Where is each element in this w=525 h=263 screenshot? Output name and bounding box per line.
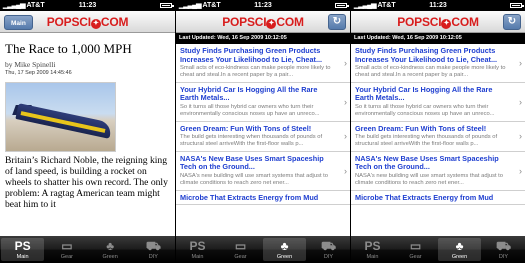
tab-green[interactable]: ♣ Green: [89, 236, 132, 263]
popsci-logo: POPSCI ✦ COM: [46, 15, 129, 29]
green-list-screen: ▁▂▃▄▅ AT&T 11:23 POPSCI ✦ COM ↻ Last Update…: [350, 0, 525, 263]
green-list-screen: ▁▂▃▄▅ AT&T 11:23 POPSCI ✦ COM ↻ Last Update…: [175, 0, 350, 263]
article-screen: ▁▂▃▄▅ AT&T 11:23 Main POPSCI ✦ COM The Race…: [0, 0, 175, 263]
tab-gear[interactable]: ▭ Gear: [219, 236, 262, 263]
status-bar: ▁▂▃▄▅ AT&T 11:23: [351, 0, 525, 11]
chevron-right-icon: ›: [519, 57, 522, 68]
ps-icon: PS: [364, 239, 381, 253]
article-photo: [5, 82, 116, 152]
refresh-icon: ↻: [332, 16, 342, 27]
popsci-logo: POPSCI ✦ COM: [397, 15, 479, 29]
tool-icon: ⛟: [320, 239, 337, 253]
nav-bar: POPSCI ✦ COM ↻: [351, 11, 525, 33]
article-title: The Race to 1,000 MPH: [5, 41, 132, 56]
battery-icon: [510, 3, 524, 8]
tab-green[interactable]: ♣ Green: [263, 238, 306, 261]
refresh-button[interactable]: ↻: [503, 14, 521, 30]
list-item[interactable]: Study Finds Purchasing Green Products In…: [176, 44, 350, 83]
list-item[interactable]: Your Hybrid Car Is Hogging All the Rare …: [176, 83, 350, 122]
chevron-right-icon: ›: [344, 57, 347, 68]
chevron-right-icon: ›: [344, 165, 347, 176]
status-bar: ▁▂▃▄▅ AT&T 11:23: [0, 0, 175, 11]
clock: 11:23: [78, 2, 97, 9]
nav-bar: Main POPSCI ✦ COM: [0, 11, 175, 33]
plant-icon: ♣: [106, 239, 115, 253]
tab-main[interactable]: PS Main: [1, 238, 45, 261]
list-item[interactable]: Microbe That Extracts Energy from Mud: [351, 191, 525, 206]
list-item[interactable]: Microbe That Extracts Energy from Mud: [176, 191, 350, 206]
article-body: Britain’s Richard Noble, the reigning ki…: [5, 155, 168, 210]
tab-diy[interactable]: ⛟ DIY: [307, 236, 350, 263]
chevron-right-icon: ›: [344, 96, 347, 107]
nav-bar: POPSCI ✦ COM ↻: [176, 11, 350, 33]
list-item[interactable]: NASA's New Base Uses Smart Spaceship Tec…: [176, 152, 350, 191]
gear-icon: ▭: [61, 239, 73, 253]
ps-icon: PS: [14, 239, 31, 253]
article-date: Thu, 17 Sep 2009 14:45:46: [5, 70, 72, 76]
tab-diy[interactable]: ⛟ DIY: [482, 236, 525, 263]
tool-icon: ⛟: [145, 239, 161, 253]
tab-diy[interactable]: ⛟ DIY: [132, 236, 175, 263]
popsci-logo: POPSCI ✦ COM: [222, 15, 304, 29]
clock: 11:23: [429, 2, 447, 9]
tab-bar: PS Main ▭ Gear ♣ Green ⛟ DIY: [176, 236, 350, 263]
list-item[interactable]: Green Dream: Fun With Tons of Steel! The …: [351, 122, 525, 152]
last-updated-bar: Last Updated: Wed, 16 Sep 2009 10:12:05: [351, 33, 525, 44]
tool-icon: ⛟: [495, 239, 512, 253]
ps-icon: PS: [189, 239, 206, 253]
chevron-right-icon: ›: [519, 96, 522, 107]
battery-icon: [335, 3, 349, 8]
tab-gear[interactable]: ▭ Gear: [45, 236, 88, 263]
plant-icon: ♣: [455, 239, 464, 253]
article-content: The Race to 1,000 MPH by Mike Spinelli T…: [0, 41, 175, 210]
refresh-icon: ↻: [507, 16, 517, 27]
clock: 11:23: [254, 2, 272, 9]
last-updated-bar: Last Updated: Wed, 16 Sep 2009 10:12:05: [176, 33, 350, 44]
article-list: Study Finds Purchasing Green Products In…: [351, 44, 525, 206]
tab-main[interactable]: PS Main: [351, 236, 394, 263]
status-bar: ▁▂▃▄▅ AT&T 11:23: [176, 0, 350, 11]
battery-icon: [160, 3, 174, 8]
article-byline: by Mike Spinelli: [5, 60, 56, 69]
gear-icon: ▭: [234, 239, 247, 253]
list-item[interactable]: Study Finds Purchasing Green Products In…: [351, 44, 525, 83]
tab-green[interactable]: ♣ Green: [438, 238, 481, 261]
tab-main[interactable]: PS Main: [176, 236, 219, 263]
tab-bar: PS Main ▭ Gear ♣ Green ⛟ DIY: [0, 236, 175, 263]
article-list: Study Finds Purchasing Green Products In…: [176, 44, 350, 206]
gear-icon: ▭: [409, 239, 422, 253]
tab-gear[interactable]: ▭ Gear: [394, 236, 437, 263]
list-item[interactable]: Green Dream: Fun With Tons of Steel! The …: [176, 122, 350, 152]
chevron-right-icon: ›: [519, 165, 522, 176]
chevron-right-icon: ›: [344, 131, 347, 142]
refresh-button[interactable]: ↻: [328, 14, 346, 30]
list-item[interactable]: NASA's New Base Uses Smart Spaceship Tec…: [351, 152, 525, 191]
plant-icon: ♣: [280, 239, 289, 253]
chevron-right-icon: ›: [519, 131, 522, 142]
list-item[interactable]: Your Hybrid Car Is Hogging All the Rare …: [351, 83, 525, 122]
tab-bar: PS Main ▭ Gear ♣ Green ⛟ DIY: [351, 236, 525, 263]
